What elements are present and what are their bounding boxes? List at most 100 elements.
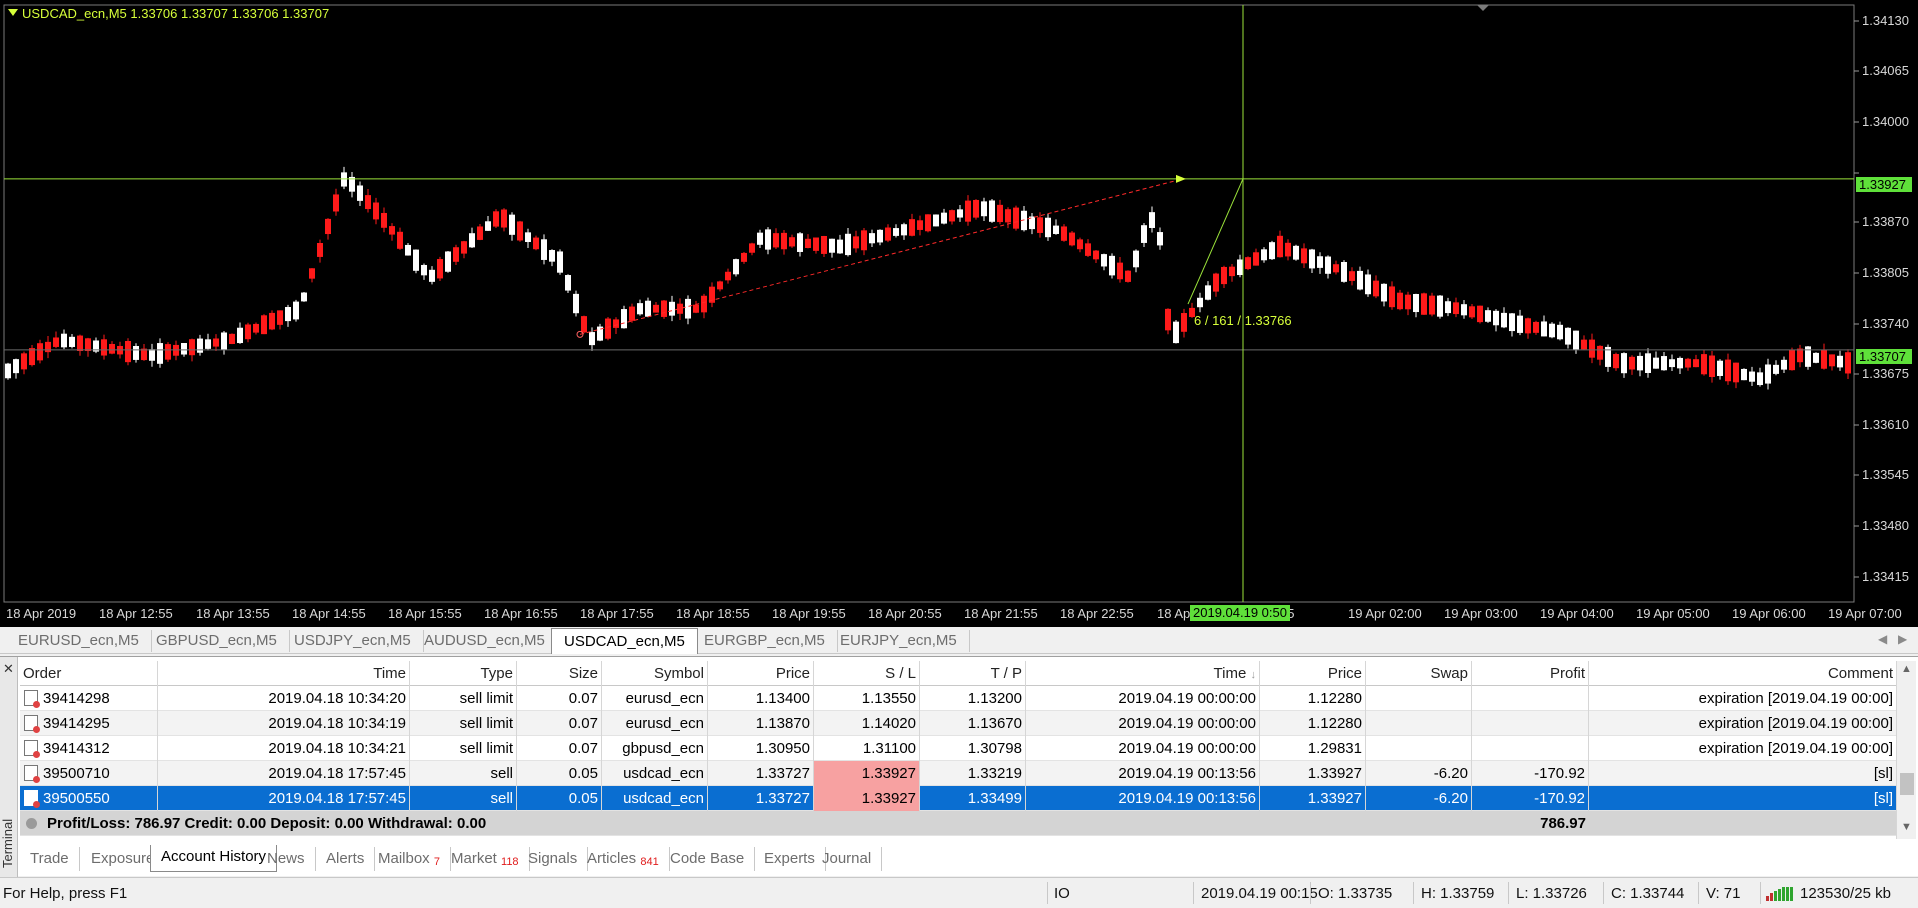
candle-body [5,363,11,379]
price-tick-label: 1.33610 [1862,417,1909,432]
connection-status-icon[interactable] [1766,887,1794,901]
cell-close-price: 1.33927 [1260,761,1366,786]
cell-type: sell [410,761,517,786]
tab-mailbox[interactable]: Mailbox 7 [368,847,451,871]
chart-tab-eurusd[interactable]: EURUSD_ecn,M5 [6,630,152,652]
candle-body [381,212,387,228]
close-icon[interactable]: ✕ [3,661,14,677]
tab-trade[interactable]: Trade [20,847,80,871]
candle-body [589,332,595,346]
col-profit[interactable]: Profit [1472,661,1589,686]
candle-body [1157,232,1163,246]
col-close-price[interactable]: Price [1260,661,1366,686]
col-type[interactable]: Type [410,661,517,686]
traffic-counter: 123530/25 kb [1800,885,1891,902]
price-chart[interactable]: USDCAD_ecn,M5 1.33706 1.33707 1.33706 1.… [0,0,1918,627]
chart-tab-eurgbp[interactable]: EURGBP_ecn,M5 [692,630,838,652]
history-row[interactable]: 39414298 2019.04.18 10:34:20 sell limit 0.0… [20,686,1896,711]
col-tp[interactable]: T / P [920,661,1026,686]
candle-body [1053,225,1059,234]
time-tick-label: 18 Apr 16:55 [484,606,558,621]
chart-tab-eurjpy[interactable]: EURJPY_ecn,M5 [828,630,970,652]
col-sl[interactable]: S / L [814,661,920,686]
candle-body [773,233,779,248]
tab-alerts[interactable]: Alerts [316,847,376,871]
candle-body [1717,360,1723,376]
candle-body [1469,306,1475,318]
candle-body [1205,285,1211,300]
col-size[interactable]: Size [517,661,602,686]
candle-body [541,239,547,260]
candle-body [837,239,843,254]
plot-frame [3,4,1855,603]
cell-price: 1.33727 [708,761,814,786]
col-price[interactable]: Price [708,661,814,686]
tab-articles[interactable]: Articles 841 [577,847,670,871]
candle-body [1141,225,1147,243]
candle-body [1341,261,1347,282]
col-comment[interactable]: Comment [1589,661,1896,686]
price-tick-label: 1.33415 [1862,569,1909,584]
trade-history-line [579,178,1184,335]
col-order[interactable]: Order [20,661,158,686]
candle-body [357,185,363,201]
history-row[interactable]: 39414312 2019.04.18 10:34:21 sell limit 0.0… [20,736,1896,761]
history-row[interactable]: 39500550 2019.04.18 17:57:45 sell 0.05 usdca… [20,786,1896,811]
candle-body [1317,256,1323,268]
time-tick-label: 19 Apr 03:00 [1444,606,1518,621]
history-row[interactable]: 39500710 2019.04.18 17:57:45 sell 0.05 usdca… [20,761,1896,786]
scroll-up-icon[interactable]: ▲ [1901,663,1912,675]
chart-tab-usdjpy[interactable]: USDJPY_ecn,M5 [282,630,424,652]
cell-symbol: usdcad_ecn [602,786,708,811]
scroll-thumb[interactable] [1900,773,1914,795]
candle-body [629,306,635,321]
candle-body [1485,310,1491,322]
cell-tp: 1.13200 [920,686,1026,711]
tab-news[interactable]: News [257,847,316,871]
candle-body [261,315,267,335]
cell-tp: 1.30798 [920,736,1026,761]
candle-body [517,221,523,241]
candle-body [949,210,955,222]
collapse-triangle-icon[interactable] [8,9,18,16]
chart-tab-usdcad[interactable]: USDCAD_ecn,M5 [551,628,698,654]
candle-body [1333,264,1339,273]
scroll-down-icon[interactable]: ▼ [1901,821,1912,833]
tab-code-base[interactable]: Code Base [660,847,756,871]
cell-type: sell limit [410,686,517,711]
summary-icon [26,818,37,829]
candle-body [1533,321,1539,333]
scroll-right-icon[interactable]: ▶ [1898,632,1907,646]
cell-close-price: 1.12280 [1260,711,1366,736]
profile-name[interactable]: IO [1054,885,1070,902]
candle-body [1069,232,1075,246]
price-tick-label: 1.34130 [1862,13,1909,28]
chart-canvas[interactable] [0,0,1918,627]
cell-comment: expiration [2019.04.19 00:00] [1698,740,1893,757]
candle-body [1541,321,1547,337]
col-swap[interactable]: Swap [1366,661,1472,686]
bid-price-tag: 1.33707 [1856,349,1912,364]
tab-market[interactable]: Market 118 [441,847,530,871]
tab-journal[interactable]: Journal [812,847,883,871]
candle-body [37,343,43,361]
candle-body [237,327,243,344]
tab-badge: 841 [640,856,659,868]
col-time[interactable]: Time [158,661,410,686]
scroll-left-icon[interactable]: ◀ [1878,632,1887,646]
cell-size: 0.07 [517,711,602,736]
vertical-scrollbar[interactable]: ▲ ▼ [1896,661,1916,839]
tab-label: News [267,850,305,867]
time-tick-label: 19 Apr 02:00 [1348,606,1422,621]
candle-body [1373,280,1379,297]
col-symbol[interactable]: Symbol [602,661,708,686]
chart-tab-gbpusd[interactable]: GBPUSD_ecn,M5 [144,630,290,652]
tab-badge: 7 [433,856,440,868]
candle-body [341,172,347,187]
chart-tab-audusd[interactable]: AUDUSD_ecn,M5 [412,630,558,652]
history-row[interactable]: 39414295 2019.04.18 10:34:19 sell limit 0.0… [20,711,1896,736]
candle-body [1445,301,1451,314]
cell-sl: 1.31100 [814,736,920,761]
col-close-time[interactable]: Time ↓ [1026,661,1260,686]
candle-body [509,214,515,235]
